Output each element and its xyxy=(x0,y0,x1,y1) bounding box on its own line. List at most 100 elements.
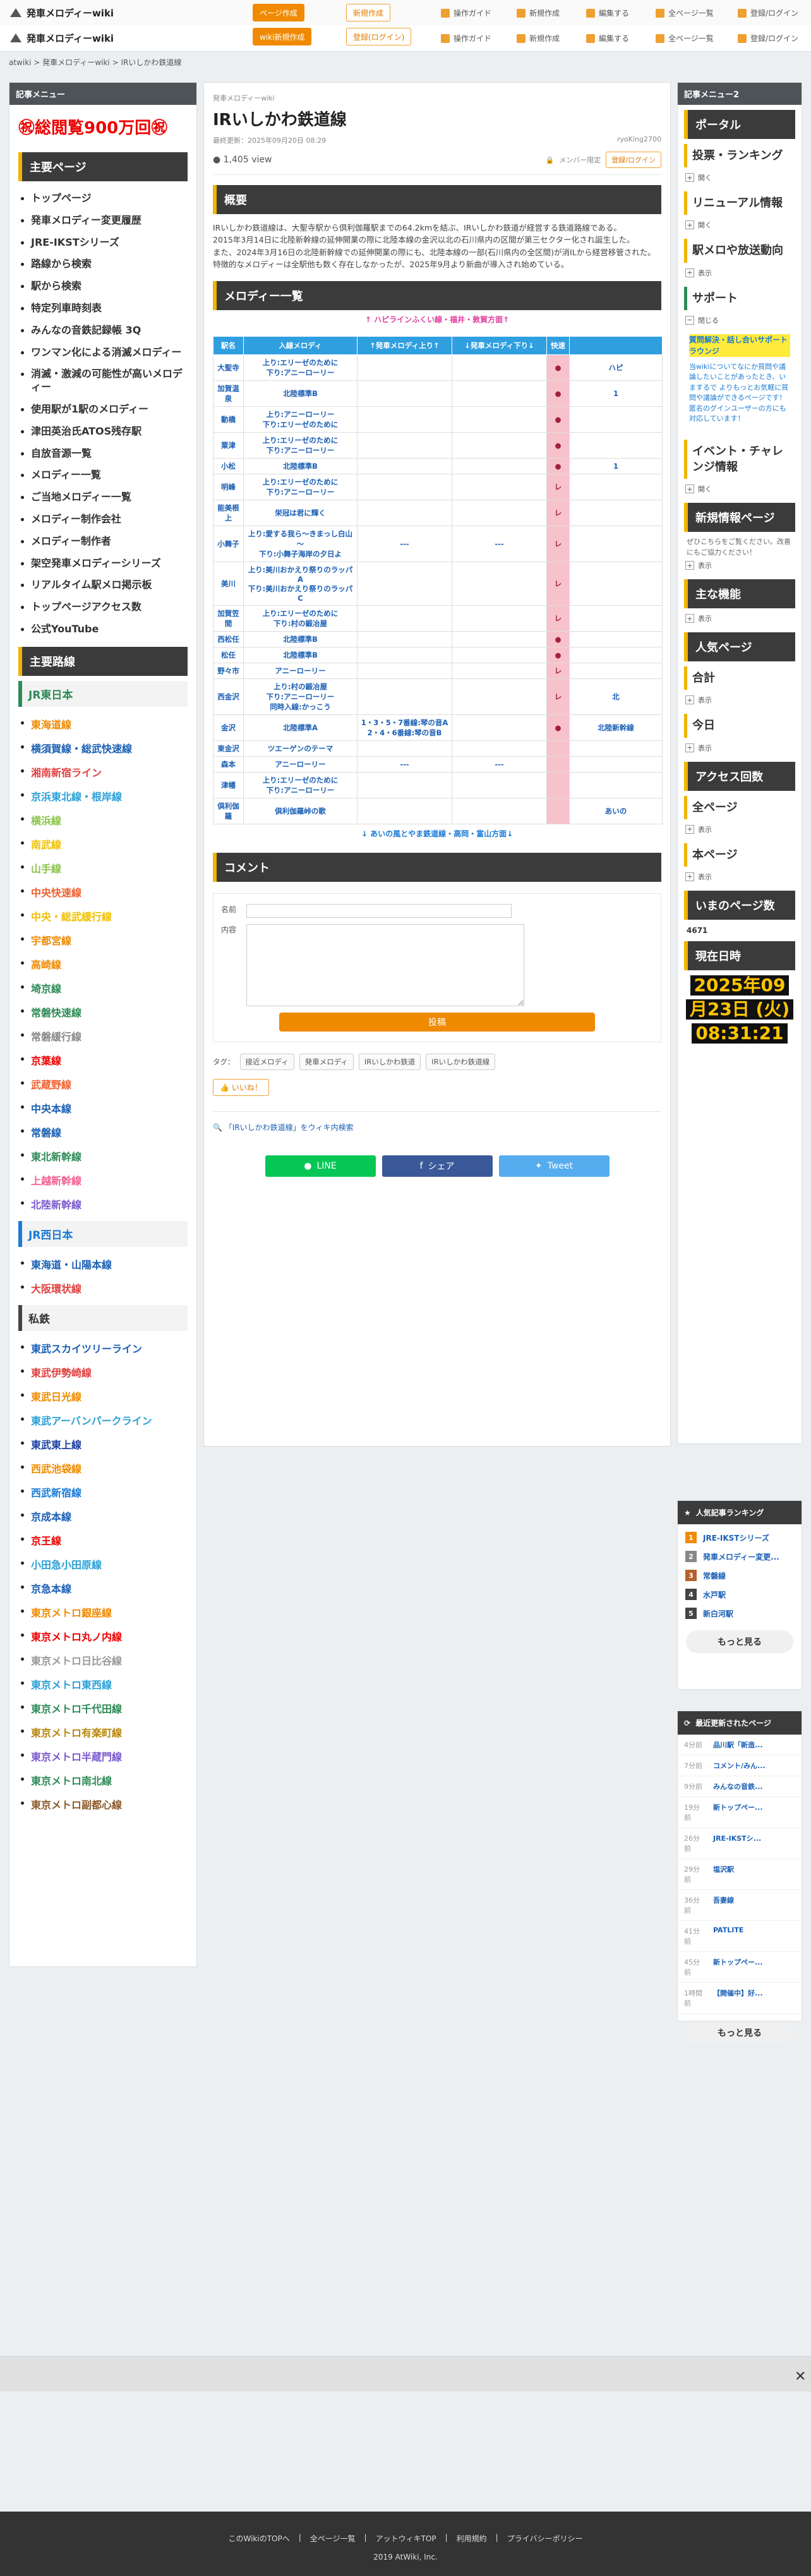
sidebar-item[interactable]: トップページアクセス数 xyxy=(18,596,188,618)
name-input[interactable] xyxy=(246,903,512,918)
table-cell[interactable]: ツエーゲンのテーマ xyxy=(243,740,357,757)
ranking-title[interactable]: 水戸駅 xyxy=(703,1589,726,1600)
table-cell[interactable]: 栄冠は君に輝く xyxy=(243,499,357,526)
recent-item[interactable]: 19分前 新トップペー... xyxy=(678,1797,802,1828)
line-link[interactable]: 東武東上線 xyxy=(18,1432,188,1456)
line-link[interactable]: 東武アーバンパークライン xyxy=(18,1408,188,1432)
wiki-create-button[interactable]: wiki新規作成 xyxy=(253,28,312,45)
ranking-title[interactable]: 新白河駅 xyxy=(703,1608,733,1619)
footer-link[interactable]: 利用規約 xyxy=(457,2533,487,2544)
line-link[interactable]: 東京メトロ半蔵門線 xyxy=(18,1744,188,1768)
recent-item[interactable]: 9分前 みんなの音鉄... xyxy=(678,1776,802,1797)
sidebar-item[interactable]: 駅から検索 xyxy=(18,275,188,298)
vote-ranking[interactable]: 投票・ランキング xyxy=(684,144,795,168)
table-cell[interactable]: 能美根上 xyxy=(213,499,244,526)
line-link[interactable]: 高崎線 xyxy=(18,952,188,976)
table-cell[interactable]: 上り:美川おかえり祭りのラッパ A 下り:美川おかえり祭りのラッパ C xyxy=(243,561,357,606)
line-link[interactable]: 中央・総武緩行線 xyxy=(18,904,188,928)
line-link[interactable]: 南武線 xyxy=(18,832,188,856)
register-button[interactable]: 登録(ログイン) xyxy=(346,28,412,45)
recent-item[interactable]: 36分前 吾妻線 xyxy=(678,1890,802,1921)
line-link[interactable]: 埼京線 xyxy=(18,976,188,1000)
footer-link[interactable]: 全ページ一覧 xyxy=(310,2533,356,2544)
sidebar-item[interactable]: メロディー制作者 xyxy=(18,531,188,553)
ranking-item[interactable]: 3 常磐線 xyxy=(678,1566,802,1585)
author[interactable]: ryoKing2700 xyxy=(617,135,661,145)
line-link[interactable]: 中央本線 xyxy=(18,1096,188,1120)
table-cell[interactable]: 西松任 xyxy=(213,630,244,647)
sidebar-item[interactable]: メロディー制作会社 xyxy=(18,509,188,531)
post-button[interactable]: 投稿 xyxy=(279,1012,595,1032)
table-cell[interactable]: 上り:エリーゼのために 下り:アニーローリー xyxy=(243,354,357,381)
recent-item[interactable]: 29分前 塩沢駅 xyxy=(678,1859,802,1890)
recent-title[interactable]: 塩沢駅 xyxy=(713,1864,734,1884)
recent-item[interactable]: 41分前 PATLITE xyxy=(678,1921,802,1952)
sidebar-item[interactable]: ワンマン化による消滅メロディー xyxy=(18,342,188,364)
line-link[interactable]: 東京メトロ南北線 xyxy=(18,1768,188,1792)
open-toggle[interactable]: + 開く xyxy=(685,172,794,183)
open-toggle[interactable]: + 開く xyxy=(685,220,794,230)
show-toggle[interactable]: + 表示 xyxy=(685,743,794,753)
line-link[interactable]: 西武新宿線 xyxy=(18,1480,188,1504)
recent-title[interactable]: PATLITE xyxy=(713,1926,743,1946)
table-cell[interactable]: 上り:エリーゼのために 下り:アニーローリー xyxy=(243,771,357,798)
tag-item[interactable]: 発車メロディ xyxy=(299,1053,354,1070)
sidebar-item[interactable]: 特定列車時刻表 xyxy=(18,298,188,320)
line-link[interactable]: 北陸新幹線 xyxy=(18,1192,188,1216)
recent-title[interactable]: 新トップペー... xyxy=(713,1957,763,1977)
tag-item[interactable]: 接近メロディ xyxy=(239,1053,294,1070)
sidebar-item[interactable]: 架空発車メロディーシリーズ xyxy=(18,553,188,575)
ranking-title[interactable]: 発車メロディー変更... xyxy=(703,1551,779,1562)
tool-new[interactable]: 新規作成 xyxy=(517,8,560,18)
line-link[interactable]: 東京メトロ副都心線 xyxy=(18,1792,188,1816)
sidebar-item[interactable]: みんなの音鉄記録帳 3Q xyxy=(18,320,188,342)
sidebar-item[interactable]: 発車メロディー変更履歴 xyxy=(18,210,188,232)
tool-all-pages-2[interactable]: 全ページ一覧 xyxy=(656,33,714,44)
show-toggle[interactable]: + 表示 xyxy=(685,268,794,278)
line-link[interactable]: 京浜東北線・根岸線 xyxy=(18,784,188,808)
line-link[interactable]: 山手線 xyxy=(18,856,188,880)
line-link[interactable]: 常磐快速線 xyxy=(18,1000,188,1024)
tool-edit-2[interactable]: 編集する xyxy=(586,33,629,44)
table-cell[interactable]: 北陸標準B xyxy=(243,646,357,663)
tool-guide[interactable]: 操作ガイド xyxy=(441,8,491,18)
line-link[interactable]: 西武池袋線 xyxy=(18,1456,188,1480)
table-cell[interactable]: 小松 xyxy=(213,457,244,474)
line-link[interactable]: 大阪環状線 xyxy=(18,1276,188,1300)
table-cell[interactable]: 野々市 xyxy=(213,662,244,679)
table-cell[interactable]: 粟津 xyxy=(213,431,244,459)
show-toggle[interactable]: + 表示 xyxy=(685,824,794,834)
line-link[interactable]: 京急本線 xyxy=(18,1576,188,1600)
sidebar-item[interactable]: 路線から検索 xyxy=(18,253,188,275)
support-lounge-link[interactable]: 質問解決・話し合いサポートラウンジ xyxy=(689,334,790,357)
recent-title[interactable]: 【開催中】好... xyxy=(713,1988,763,2008)
ranking-item[interactable]: 2 発車メロディー変更... xyxy=(678,1547,802,1566)
sidebar-item[interactable]: ご当地メロディー一覧 xyxy=(18,486,188,509)
recent-title[interactable]: 品川駅「新造... xyxy=(713,1740,763,1750)
line-link[interactable]: 東武スカイツリーライン xyxy=(18,1336,188,1360)
line-link[interactable]: 東京メトロ東西線 xyxy=(18,1672,188,1696)
line-link[interactable]: 東武日光線 xyxy=(18,1384,188,1408)
recent-item[interactable]: 26分前 JRE-IKSTシ... xyxy=(678,1828,802,1859)
tweet-button[interactable]: ✦ Tweet xyxy=(498,1155,610,1177)
ranking-item[interactable]: 5 新白河駅 xyxy=(678,1604,802,1623)
facebook-share-button[interactable]: f シェア xyxy=(381,1155,493,1177)
recent-item[interactable]: 4分前 品川駅「新造... xyxy=(678,1735,802,1755)
table-cell[interactable]: 上り:アニーローリー 下り:エリーゼのために xyxy=(243,406,357,433)
line-link[interactable]: 東京メトロ千代田線 xyxy=(18,1696,188,1720)
table-cell[interactable]: 上り:エリーゼのために 下り:アニーローリー xyxy=(243,431,357,459)
ranking-more-button[interactable]: もっと見る xyxy=(686,1630,793,1653)
renewal-info[interactable]: リニューアル情報 xyxy=(684,191,795,215)
table-cell[interactable]: アニーローリー xyxy=(243,662,357,679)
line-link[interactable]: 横須賀線・総武快速線 xyxy=(18,736,188,760)
close-toggle[interactable]: − 閉じる xyxy=(685,315,794,325)
breadcrumb[interactable]: atwiki > 発車メロディーwiki > IRいしかわ鉄道線 xyxy=(9,57,181,68)
tool-edit[interactable]: 編集する xyxy=(586,8,629,18)
sidebar-item[interactable]: リアルタイム駅メロ掲示板 xyxy=(18,574,188,596)
ranking-title[interactable]: JRE-IKSTシリーズ xyxy=(703,1532,769,1543)
show-toggle[interactable]: + 表示 xyxy=(685,872,794,882)
table-cell[interactable]: 北陸標準A xyxy=(243,714,357,741)
table-cell[interactable]: 北陸標準B xyxy=(243,380,357,407)
comment-textarea[interactable] xyxy=(246,924,524,1006)
tool-all-pages[interactable]: 全ページ一覧 xyxy=(656,8,714,18)
